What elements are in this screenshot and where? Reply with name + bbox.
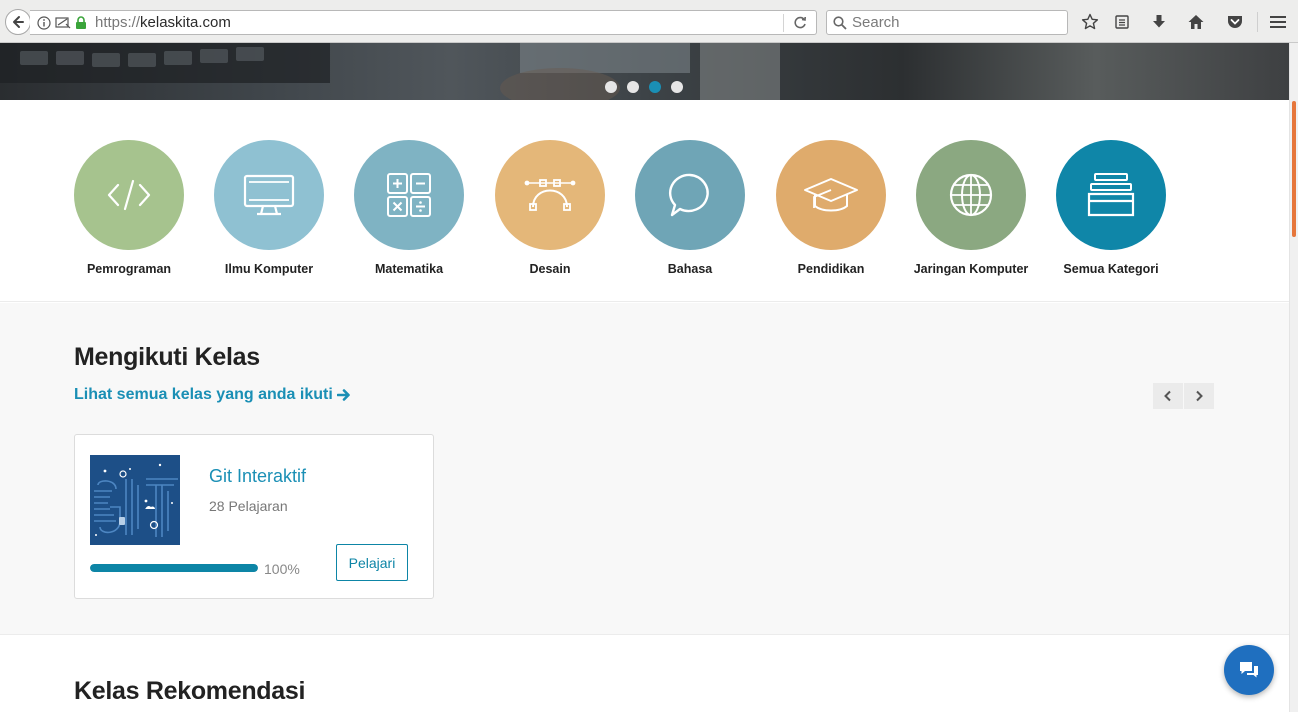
home-icon[interactable] [1186, 12, 1206, 32]
category-label[interactable]: Bahasa [620, 262, 760, 276]
prev-button[interactable] [1153, 383, 1183, 409]
following-section: Mengikuti Kelas Lihat semua kelas yang a… [0, 303, 1289, 635]
toolbar-divider [1257, 12, 1258, 32]
url-text[interactable]: https://kelaskita.com [95, 14, 231, 31]
category-strip: Pemrograman Ilmu Komputer Matematika Des… [0, 100, 1289, 302]
info-icon[interactable] [37, 15, 51, 30]
see-all-link[interactable]: Lihat semua kelas yang anda ikuti [74, 386, 351, 404]
category-matematika[interactable]: Matematika [339, 140, 479, 276]
category-label[interactable]: Pemrograman [59, 262, 199, 276]
category-label[interactable]: Matematika [339, 262, 479, 276]
page-scrollbar[interactable] [1289, 43, 1298, 712]
section-title: Mengikuti Kelas [74, 343, 260, 371]
next-button[interactable] [1184, 383, 1214, 409]
scrollbar-thumb[interactable] [1292, 101, 1296, 237]
category-circle[interactable] [495, 140, 605, 250]
url-bar[interactable]: https://kelaskita.com [30, 10, 817, 35]
chevron-right-icon [1196, 390, 1203, 402]
tracking-icon[interactable] [55, 16, 71, 30]
chat-button[interactable] [1224, 645, 1274, 695]
arrow-right-icon[interactable] [336, 388, 351, 402]
search-input[interactable] [852, 14, 1052, 31]
speech-bubble-icon [668, 173, 709, 217]
course-progress-label: 100% [264, 561, 300, 577]
category-circle[interactable] [354, 140, 464, 250]
stack-icon [1087, 173, 1135, 217]
search-bar[interactable] [826, 10, 1068, 35]
graduation-cap-icon [804, 178, 858, 212]
learn-button[interactable]: Pelajari [336, 544, 408, 581]
category-desain[interactable]: Desain [480, 140, 620, 276]
reading-list-icon[interactable] [1112, 12, 1132, 32]
bookmark-star-icon[interactable] [1080, 12, 1100, 32]
chat-bubbles-icon [1240, 662, 1258, 678]
carousel-dot[interactable] [671, 81, 683, 93]
category-label[interactable]: Semua Kategori [1041, 262, 1181, 276]
see-all-label[interactable]: Lihat semua kelas yang anda ikuti [74, 386, 333, 404]
recommended-section-title: Kelas Rekomendasi [74, 677, 306, 705]
carousel-dot[interactable] [627, 81, 639, 93]
arrow-left-icon [13, 16, 24, 28]
pocket-icon[interactable] [1225, 12, 1245, 32]
category-circle[interactable] [214, 140, 324, 250]
course-title[interactable]: Git Interaktif [209, 466, 306, 487]
course-card[interactable]: Git Interaktif 28 Pelajaran 100% Pelajar… [74, 434, 434, 599]
download-icon[interactable] [1149, 12, 1169, 32]
carousel-dots [605, 81, 683, 93]
category-label[interactable]: Desain [480, 262, 620, 276]
category-circle[interactable] [1056, 140, 1166, 250]
category-jaringan-komputer[interactable]: Jaringan Komputer [901, 140, 1041, 276]
category-semua-kategori[interactable]: Semua Kategori [1041, 140, 1181, 276]
carousel-dot[interactable] [605, 81, 617, 93]
category-label[interactable]: Ilmu Komputer [199, 262, 339, 276]
course-thumbnail[interactable] [90, 455, 180, 545]
carousel-dot-active[interactable] [649, 81, 661, 93]
category-bahasa[interactable]: Bahasa [620, 140, 760, 276]
back-button[interactable] [5, 9, 31, 35]
hamburger-menu-icon[interactable] [1268, 12, 1288, 32]
course-lesson-count: 28 Pelajaran [209, 498, 288, 514]
course-progress-bar [90, 564, 258, 572]
category-label[interactable]: Jaringan Komputer [901, 262, 1041, 276]
category-pemrograman[interactable]: Pemrograman [59, 140, 199, 276]
category-circle[interactable] [635, 140, 745, 250]
globe-icon [949, 173, 993, 217]
lock-icon[interactable] [75, 15, 87, 30]
carousel-arrows [1153, 383, 1214, 409]
calculator-icon [387, 173, 431, 217]
hero-banner [0, 43, 1289, 100]
browser-toolbar: https://kelaskita.com [0, 0, 1298, 43]
category-circle[interactable] [916, 140, 1026, 250]
category-circle[interactable] [776, 140, 886, 250]
git-logo-image [94, 463, 178, 537]
category-pendidikan[interactable]: Pendidikan [761, 140, 901, 276]
search-icon [833, 15, 847, 30]
bezier-pen-icon [524, 179, 576, 211]
url-divider [783, 14, 784, 32]
progress-fill [90, 564, 258, 572]
code-icon [107, 179, 151, 211]
category-ilmu-komputer[interactable]: Ilmu Komputer [199, 140, 339, 276]
monitor-icon [243, 174, 295, 216]
chevron-left-icon [1164, 390, 1171, 402]
reload-icon[interactable] [792, 15, 808, 31]
category-circle[interactable] [74, 140, 184, 250]
category-label[interactable]: Pendidikan [761, 262, 901, 276]
